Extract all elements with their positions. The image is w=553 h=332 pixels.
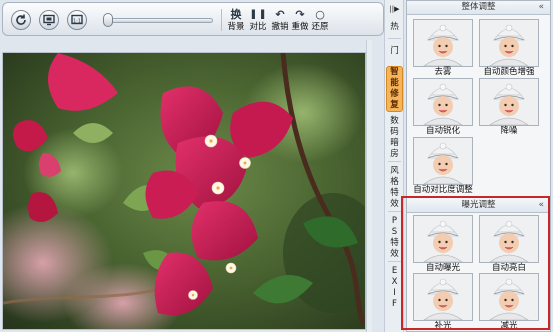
- tab-hot[interactable]: 热: [386, 22, 403, 33]
- effect-thumb-image: [413, 137, 473, 185]
- tab-style-char-2: 格: [390, 177, 399, 187]
- effect-thumb-image: [413, 19, 473, 67]
- tab-darkroom-char-1: 数: [390, 116, 399, 126]
- tab-smart-repair-char-3: 修: [390, 89, 399, 99]
- bougainvillea-photo: [3, 53, 365, 329]
- tab-darkroom-char-4: 房: [390, 149, 399, 159]
- undo-label: 撤销: [271, 22, 289, 32]
- tab-style-char-3: 特: [390, 188, 399, 198]
- tab-style-char-4: 效: [390, 199, 399, 209]
- compare-label: 对比: [249, 22, 267, 32]
- tab-exif-char-1: E: [391, 266, 398, 276]
- tab-door[interactable]: 门: [386, 46, 403, 57]
- effect-thumb-dehaze[interactable]: 去雾: [413, 19, 473, 77]
- restore-icon: ○: [315, 8, 325, 21]
- effect-thumb-label: 自动颜色增强: [483, 67, 535, 77]
- tab-style-char-1: 风: [390, 166, 399, 176]
- tab-ps-char-4: 效: [390, 249, 399, 259]
- restore-button[interactable]: ○ 还原: [307, 8, 333, 34]
- effect-thumb-auto-sharpen[interactable]: 自动锐化: [413, 78, 473, 136]
- toolbar: 1:1 换 背景 ▌▐ 对比 ↶ 撤销 ↷ 重做 ○ 还原: [2, 2, 384, 36]
- collapse-panel-icon[interactable]: ||▶: [386, 4, 403, 15]
- collapse-panel-glyph: ||▶: [389, 5, 400, 13]
- zoom-slider-knob[interactable]: [103, 13, 113, 27]
- effect-thumb-image: [479, 19, 539, 67]
- tab-divider: [388, 261, 401, 262]
- svg-text:1:1: 1:1: [73, 18, 81, 24]
- redo-icon: ↷: [295, 8, 305, 21]
- swap-background-label: 背景: [227, 22, 245, 32]
- refresh-icon[interactable]: [11, 10, 31, 30]
- tab-hot-char: 热: [390, 22, 399, 32]
- photo-canvas[interactable]: [2, 52, 366, 330]
- effect-thumb-label: 自动锐化: [425, 126, 460, 136]
- zoom-slider-track[interactable]: [103, 18, 213, 23]
- tab-exif-char-4: F: [392, 299, 397, 309]
- tab-ps-char-3: 特: [390, 238, 399, 248]
- effect-thumb-auto-contrast[interactable]: 自动对比度调整: [413, 137, 473, 195]
- exposure-section-highlight: [401, 196, 550, 330]
- effect-thumb-auto-color[interactable]: 自动颜色增强: [479, 19, 539, 77]
- collapse-section-icon[interactable]: «: [538, 1, 544, 14]
- section-title-overall: 整体调整: [461, 2, 496, 12]
- effect-thumb-label: 自动对比度调整: [413, 185, 473, 195]
- swap-background-icon: 换: [230, 8, 242, 21]
- tab-digital-darkroom[interactable]: 数 码 暗 房: [386, 116, 403, 160]
- effect-thumb-denoise[interactable]: 降噪: [479, 78, 539, 136]
- toolbar-divider: [221, 9, 222, 31]
- tab-divider: [388, 38, 401, 39]
- tab-exif-char-3: I: [393, 288, 396, 298]
- tab-divider: [388, 161, 401, 162]
- tab-ps-char-2: S: [391, 227, 398, 237]
- fit-screen-icon[interactable]: [39, 10, 59, 30]
- actual-size-icon[interactable]: 1:1: [67, 10, 87, 30]
- section-header-overall[interactable]: 整体调整 «: [407, 1, 550, 15]
- tab-exif-char-2: X: [391, 277, 398, 287]
- restore-label: 还原: [311, 22, 329, 32]
- undo-icon: ↶: [275, 8, 285, 21]
- tab-divider: [388, 211, 401, 212]
- tab-darkroom-char-3: 暗: [390, 138, 399, 148]
- tab-ps-char-1: P: [391, 216, 398, 226]
- tab-smart-repair-char-1: 智: [390, 67, 399, 77]
- tab-smart-repair-char-4: 复: [390, 100, 399, 110]
- effect-thumb-label: 降噪: [500, 126, 518, 136]
- tab-smart-repair-char-2: 能: [390, 78, 399, 88]
- panel-splitter[interactable]: [366, 40, 372, 332]
- tab-darkroom-char-2: 码: [390, 127, 399, 137]
- effect-thumb-image: [413, 78, 473, 126]
- tab-door-char: 门: [390, 46, 399, 56]
- effect-thumb-label: 去雾: [434, 67, 452, 77]
- redo-label: 重做: [291, 22, 309, 32]
- tab-smart-repair[interactable]: 智 能 修 复: [386, 66, 403, 112]
- compare-icon: ▌▐: [251, 10, 265, 19]
- effect-thumb-image: [479, 78, 539, 126]
